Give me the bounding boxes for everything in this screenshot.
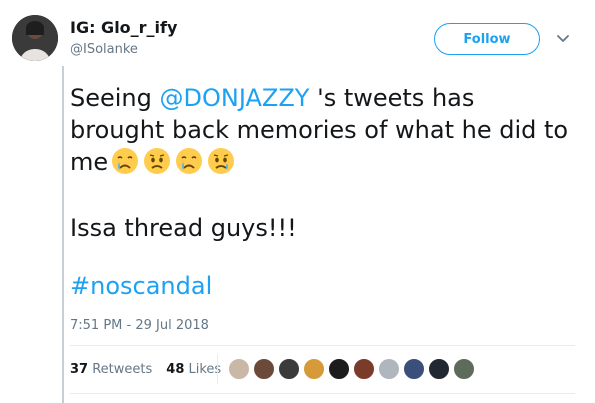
divider [70, 393, 575, 394]
crying-face-icon [176, 148, 203, 174]
retweets-count: 37 [70, 362, 89, 377]
liker-avatar[interactable] [378, 358, 400, 380]
mention-link[interactable]: @DONJAZZY [160, 84, 310, 112]
liker-avatar[interactable] [353, 358, 375, 380]
follow-button[interactable]: Follow [434, 23, 540, 55]
thread-connector-line [62, 66, 64, 403]
author-name[interactable]: IG: Glo_r_ify [70, 18, 177, 37]
liker-avatar[interactable] [278, 358, 300, 380]
liker-avatar[interactable] [403, 358, 425, 380]
divider [70, 345, 575, 346]
avatar-image [12, 15, 58, 61]
tweet-thread-line: Issa thread guys!!! [70, 214, 297, 242]
crying-face-icon [112, 148, 139, 174]
likes-stat[interactable]: 48 Likes [166, 362, 221, 377]
liker-avatar[interactable] [303, 358, 325, 380]
tweet-timestamp[interactable]: 7:51 PM - 29 Jul 2018 [70, 318, 209, 333]
stats-separator [217, 354, 218, 384]
liker-avatar[interactable] [228, 358, 250, 380]
avatar[interactable] [12, 15, 58, 61]
likes-count: 48 [166, 362, 185, 377]
liker-avatar[interactable] [253, 358, 275, 380]
retweets-label: Retweets [92, 362, 153, 377]
tweet-text-lead: Seeing [70, 84, 160, 112]
worried-face-icon [144, 148, 171, 174]
emoji-group [110, 146, 236, 176]
liker-avatars [228, 358, 478, 380]
hashtag-link[interactable]: #noscandal [70, 272, 212, 300]
tweet-text: Seeing @DONJAZZY 's tweets has brought b… [70, 82, 570, 178]
chevron-down-icon[interactable] [554, 30, 572, 48]
tweet-stats: 37 Retweets 48 Likes [70, 362, 221, 377]
author-handle[interactable]: @ISolanke [70, 42, 138, 57]
worried-face-icon [208, 148, 235, 174]
liker-avatar[interactable] [328, 358, 350, 380]
liker-avatar[interactable] [453, 358, 475, 380]
tweet-paragraph: Seeing @DONJAZZY 's tweets has brought b… [70, 82, 570, 178]
retweets-stat[interactable]: 37 Retweets [70, 362, 152, 377]
liker-avatar[interactable] [428, 358, 450, 380]
